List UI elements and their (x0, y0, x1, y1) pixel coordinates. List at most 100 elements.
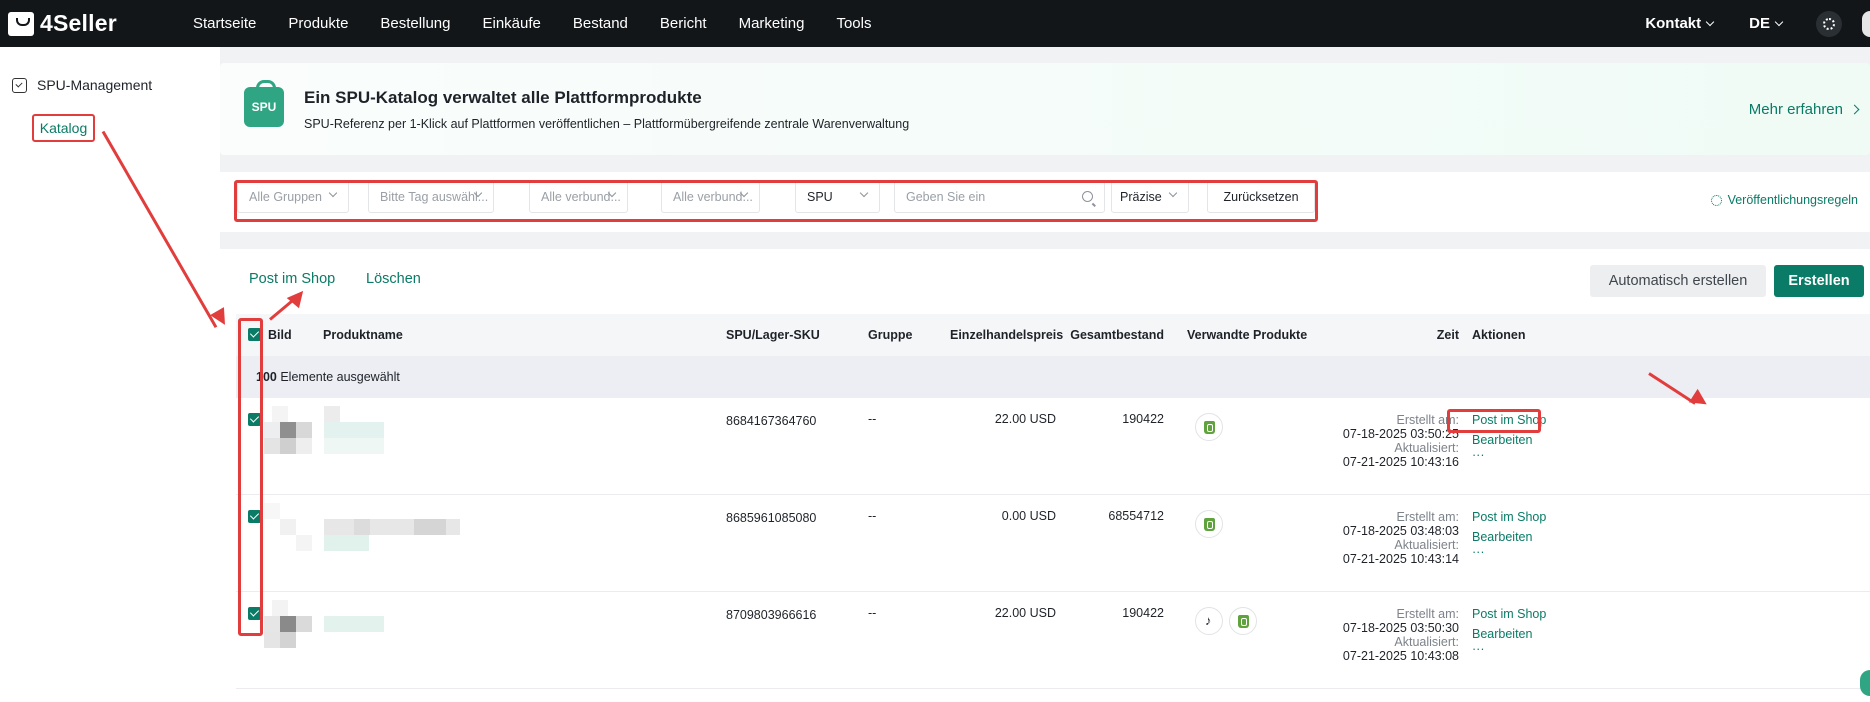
sidebar-section-label: SPU-Management (37, 77, 153, 93)
row-sku: 8709803966616 (726, 608, 817, 622)
publish-rules-label: Veröffentlichungsregeln (1727, 193, 1858, 207)
header-total-stock: Gesamtbestand (1070, 328, 1164, 342)
created-date: 07-18-2025 03:50:30 (1342, 621, 1459, 635)
header-product-name: Produktname (323, 328, 403, 342)
sidebar-section-spu-management[interactable]: SPU-Management (12, 77, 152, 93)
language-menu[interactable]: DE (1749, 15, 1784, 32)
table-row: 8709803966616 -- 22.00 USD 190422 ♪ Erst… (236, 592, 1870, 689)
row-group: -- (868, 509, 877, 523)
publish-rules-link[interactable]: Veröffentlichungsregeln (1710, 193, 1858, 207)
filter-annotation-box (234, 180, 1318, 222)
product-table-card: Post im Shop Löschen Automatisch erstell… (220, 249, 1870, 702)
chevron-down-icon (1705, 17, 1715, 26)
logo-bag-icon (8, 11, 34, 36)
checkbox-column-annotation-box (238, 318, 263, 636)
header-retail-price: Einzelhandelspreis (950, 328, 1064, 342)
row-sku: 8685961085080 (726, 511, 817, 525)
row-edit-link[interactable]: Bearbeiten (1472, 530, 1532, 544)
filter-bar: Alle Gruppen Bitte Tag auswähl... Alle v… (220, 172, 1870, 232)
nav-item-produkte[interactable]: Produkte (288, 15, 348, 32)
nav-item-tools[interactable]: Tools (836, 15, 871, 32)
updated-date: 07-21-2025 10:43:14 (1342, 552, 1459, 566)
product-image (264, 600, 464, 655)
nav-item-startseite[interactable]: Startseite (193, 15, 256, 32)
chevron-down-icon (1774, 17, 1784, 26)
created-label: Erstellt am: (1396, 413, 1459, 427)
chevron-right-icon (1849, 104, 1860, 115)
nav-right: Kontakt DE (1645, 0, 1870, 47)
updated-date: 07-21-2025 10:43:16 (1342, 455, 1459, 469)
banner-subtitle: SPU-Referenz per 1-Klick auf Plattformen… (304, 117, 910, 131)
row-price: 22.00 USD (994, 606, 1056, 620)
tiktok-icon: ♪ (1205, 613, 1212, 628)
created-date: 07-18-2025 03:50:25 (1342, 427, 1459, 441)
table-row: 8684167364760 -- 22.00 USD 190422 Erstel… (236, 398, 1870, 495)
contact-menu[interactable]: Kontakt (1645, 15, 1715, 32)
updated-label: Aktualisiert: (1394, 635, 1459, 649)
app-logo[interactable]: 4Seller (8, 10, 193, 37)
header-group: Gruppe (868, 328, 913, 342)
language-label: DE (1749, 15, 1770, 32)
spu-management-icon (12, 77, 27, 93)
main-nav: Startseite Produkte Bestellung Einkäufe … (193, 15, 903, 32)
nav-item-bericht[interactable]: Bericht (660, 15, 707, 32)
row-edit-link[interactable]: Bearbeiten (1472, 627, 1532, 641)
shopify-icon (1238, 615, 1249, 628)
gear-icon (1823, 17, 1835, 30)
related-product-chip[interactable] (1195, 413, 1223, 441)
learn-more-label: Mehr erfahren (1748, 101, 1843, 118)
row-stock: 68554712 (1108, 509, 1164, 523)
row-stock: 190422 (1122, 606, 1164, 620)
selection-summary: 100 Elemente ausgewählt (236, 356, 1870, 398)
row-post-in-shop-link[interactable]: Post im Shop (1472, 510, 1546, 524)
row-sku: 8684167364760 (726, 414, 817, 428)
learn-more-link[interactable]: Mehr erfahren (1748, 101, 1860, 118)
post-in-shop-annotation-box (1447, 409, 1541, 433)
logo-text: 4Seller (40, 10, 117, 36)
settings-button[interactable] (1816, 10, 1842, 37)
row-post-in-shop-link[interactable]: Post im Shop (1472, 607, 1546, 621)
selection-label: Elemente ausgewählt (280, 370, 400, 384)
header-image: Bild (268, 328, 292, 342)
related-product-chip[interactable]: ♪ (1195, 607, 1223, 635)
created-label: Erstellt am: (1396, 510, 1459, 524)
table-header: Bild Produktname SPU/Lager-SKU Gruppe Ei… (236, 314, 1870, 356)
spu-bag-icon: SPU (244, 80, 284, 127)
created-date: 07-18-2025 03:48:03 (1342, 524, 1459, 538)
row-stock: 190422 (1122, 412, 1164, 426)
updated-date: 07-21-2025 10:43:08 (1342, 649, 1459, 663)
product-image (264, 406, 464, 461)
auto-create-button[interactable]: Automatisch erstellen (1590, 265, 1766, 297)
created-label: Erstellt am: (1396, 607, 1459, 621)
header-actions: Aktionen (1472, 328, 1526, 342)
nav-item-einkaeufe[interactable]: Einkäufe (482, 15, 540, 32)
delete-button[interactable]: Löschen (366, 271, 421, 287)
updated-label: Aktualisiert: (1394, 441, 1459, 455)
related-product-chip[interactable] (1195, 510, 1223, 538)
row-group: -- (868, 606, 877, 620)
floating-assistant-button[interactable] (1860, 670, 1870, 696)
nav-item-marketing[interactable]: Marketing (739, 15, 805, 32)
contact-label: Kontakt (1645, 15, 1702, 32)
create-button[interactable]: Erstellen (1774, 265, 1864, 297)
related-product-chip[interactable] (1229, 607, 1257, 635)
header-sku: SPU/Lager-SKU (726, 328, 820, 342)
avatar[interactable] (1862, 10, 1870, 37)
nav-item-bestand[interactable]: Bestand (573, 15, 628, 32)
nav-item-bestellung[interactable]: Bestellung (380, 15, 450, 32)
row-edit-link[interactable]: Bearbeiten (1472, 433, 1532, 447)
top-navigation-bar: 4Seller Startseite Produkte Bestellung E… (0, 0, 1870, 47)
post-in-shop-button[interactable]: Post im Shop (249, 271, 335, 287)
shopify-icon (1204, 518, 1215, 531)
product-image (264, 503, 464, 558)
row-group: -- (868, 412, 877, 426)
header-time: Zeit (1436, 328, 1459, 342)
header-related-products: Verwandte Produkte (1187, 328, 1308, 342)
row-more-button[interactable]: ··· (1472, 642, 1485, 656)
row-more-button[interactable]: ··· (1472, 448, 1485, 462)
gear-icon (1710, 194, 1722, 206)
shopify-icon (1204, 421, 1215, 434)
info-banner: SPU Ein SPU-Katalog verwaltet alle Platt… (220, 63, 1870, 155)
row-more-button[interactable]: ··· (1472, 545, 1485, 559)
sidebar-item-katalog[interactable]: Katalog (32, 114, 95, 142)
